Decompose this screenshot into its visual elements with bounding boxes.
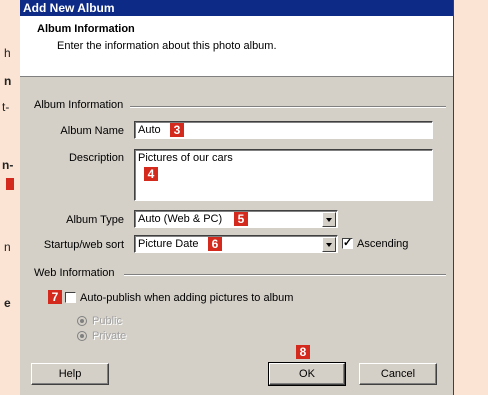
album-name-label: Album Name <box>60 125 124 137</box>
chevron-down-icon[interactable] <box>322 212 336 227</box>
page-text-fragment: n- <box>2 158 14 172</box>
sort-label: Startup/web sort <box>43 239 124 251</box>
web-info-group-label: Web Information <box>34 267 115 279</box>
description-label: Description <box>68 152 124 164</box>
callout-7: 7 <box>48 290 62 304</box>
page-text-fragment: t- <box>2 100 10 114</box>
header-subtitle: Enter the information about this photo a… <box>57 40 277 52</box>
page-text-fragment: n <box>4 74 12 88</box>
sort-value: Picture Date <box>138 238 199 250</box>
album-type-value: Auto (Web & PC) <box>138 213 223 225</box>
description-textarea[interactable]: Pictures of our cars <box>134 149 433 201</box>
help-button[interactable]: Help <box>31 363 109 385</box>
private-radio[interactable] <box>77 331 87 341</box>
description-value: Pictures of our cars <box>138 152 233 164</box>
cancel-button[interactable]: Cancel <box>359 363 437 385</box>
header-title: Album Information <box>37 23 135 35</box>
page-text-fragment: n <box>4 240 11 254</box>
private-label: Private <box>92 330 127 342</box>
add-new-album-dialog: Add New Album Album Information Enter th… <box>20 0 454 395</box>
callout-3: 3 <box>170 123 184 137</box>
sort-select[interactable]: Picture Date <box>134 235 338 253</box>
callout-6: 6 <box>208 237 222 251</box>
page-text-fragment: h <box>4 46 11 60</box>
callout-4: 4 <box>144 167 158 181</box>
autopublish-label: Auto-publish when adding pictures to alb… <box>80 292 294 304</box>
page-text-fragment: e <box>4 296 11 310</box>
autopublish-checkbox[interactable] <box>65 292 76 303</box>
chevron-down-icon[interactable] <box>322 237 336 252</box>
album-info-group-label: Album Information <box>34 99 124 111</box>
album-type-label: Album Type <box>66 214 124 226</box>
ok-button[interactable]: OK <box>268 362 346 386</box>
group-divider <box>124 274 446 276</box>
group-divider <box>130 106 446 108</box>
dialog-title-bar[interactable]: Add New Album <box>20 0 453 16</box>
public-radio[interactable] <box>77 316 87 326</box>
public-label: Public <box>92 315 122 327</box>
page-red-mark <box>6 178 14 190</box>
ascending-checkbox[interactable] <box>342 236 353 249</box>
album-name-value: Auto <box>138 124 161 136</box>
callout-5: 5 <box>234 212 248 226</box>
callout-8: 8 <box>296 345 310 359</box>
ascending-label: Ascending <box>357 238 409 250</box>
